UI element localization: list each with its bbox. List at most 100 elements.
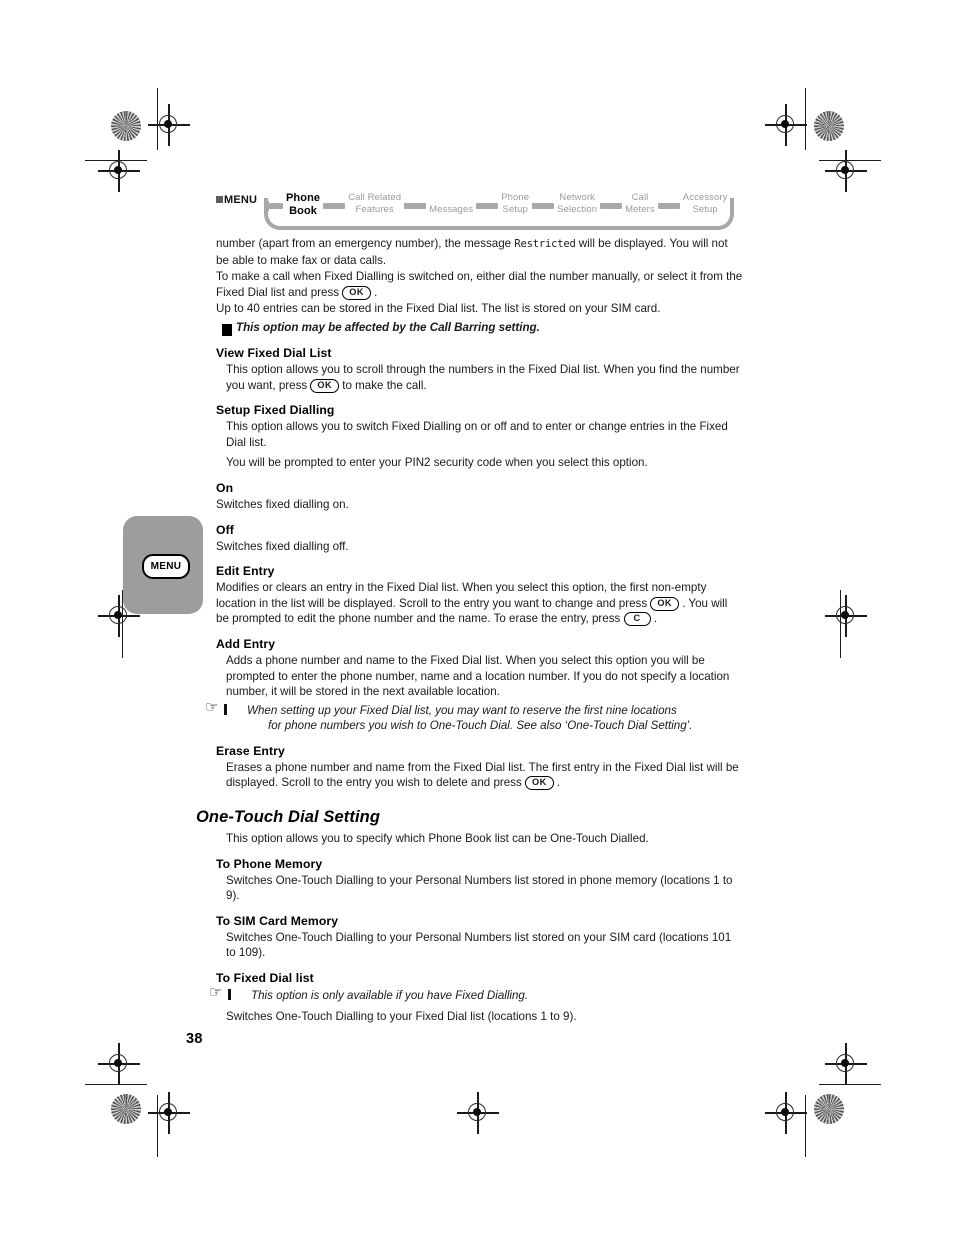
registration-crosshair-bottom-right-lower	[765, 1092, 807, 1134]
heading-edit-entry: Edit Entry	[216, 564, 275, 579]
tip-note-to-fixed-dial-list: ☞ This option is only available if you ha…	[209, 984, 743, 1004]
registration-rosette-bottom-left	[111, 1094, 141, 1124]
body-text-a: Erases a phone number and name from the …	[226, 760, 739, 790]
trim-line-top-right-vertical	[805, 88, 807, 150]
clear-key-icon: C	[623, 612, 651, 627]
breadcrumb-item-phone-book[interactable]: Phone Book	[283, 190, 323, 218]
registration-rosette-top-right	[814, 111, 844, 141]
tip-note-add-entry: ☞ When setting up your Fixed Dial list, y…	[205, 699, 743, 734]
pointing-hand-icon: ☞	[205, 699, 245, 716]
intro-paragraph-1-text-a: number (apart from an emergency number),…	[216, 237, 515, 250]
registration-crosshair-right-middle	[825, 595, 867, 637]
breadcrumb-connector-icon	[323, 203, 346, 209]
body-to-fixed-dial-list: Switches One-Touch Dialling to your Fixe…	[226, 1009, 577, 1023]
breadcrumb-connector-icon	[476, 203, 499, 209]
registration-crosshair-bottom-left-lower	[148, 1092, 190, 1134]
heading-to-phone-memory: To Phone Memory	[216, 856, 323, 871]
tip-note-line1: When setting up your Fixed Dial list, yo…	[247, 703, 677, 717]
registration-crosshair-top-left-upper	[148, 104, 190, 146]
heading-setup-fixed-dialling: Setup Fixed Dialling	[216, 403, 335, 418]
ok-key-icon: OK	[525, 776, 554, 791]
breadcrumb-connector-icon	[657, 203, 680, 209]
body-text-a: Modifies or clears an entry in the Fixed…	[216, 581, 707, 610]
breadcrumb-item-messages[interactable]: Messages	[426, 190, 476, 216]
body-view-fixed-dial-list: This option allows you to scroll through…	[226, 362, 743, 393]
breadcrumb-root-marker-icon	[216, 196, 223, 204]
body-text-c: .	[650, 612, 658, 626]
heading-view-fixed-dial-list: View Fixed Dial List	[216, 345, 332, 360]
sidebar-menu-tab[interactable]: MENU	[123, 516, 203, 614]
body-one-touch-dial-setting: This option allows you to specify which …	[226, 832, 649, 846]
heading-erase-entry: Erase Entry	[216, 743, 285, 758]
trim-line-top-left-vertical	[157, 88, 159, 150]
pointing-hand-icon: ☞	[209, 984, 249, 1001]
heading-on: On	[216, 480, 234, 495]
registration-crosshair-bottom-right-upper	[825, 1043, 867, 1085]
intro-paragraph-2: To make a call when Fixed Dialling is sw…	[216, 269, 743, 300]
trim-line-right-middle	[840, 590, 842, 658]
body-erase-entry: Erases a phone number and name from the …	[226, 760, 743, 791]
breadcrumb-item-line1: Accessory	[682, 192, 728, 203]
body-edit-entry: Modifies or clears an entry in the Fixed…	[216, 580, 743, 627]
registration-crosshair-bottom-center	[457, 1092, 499, 1134]
page-number: 38	[186, 1031, 203, 1047]
breadcrumb-item-line1: Call Related	[348, 192, 402, 203]
heading-off: Off	[216, 522, 234, 537]
breadcrumb-item-network-selection[interactable]: Network Selection	[554, 190, 600, 215]
body-setup-fixed-dialling-1: This option allows you to switch Fixed D…	[226, 420, 728, 449]
breadcrumb-item-line2: Setup	[692, 203, 718, 215]
ok-key-icon: OK	[310, 378, 340, 393]
body-to-sim-card-memory: Switches One-Touch Dialling to your Pers…	[226, 930, 732, 960]
body-text-b: to make the call.	[339, 378, 427, 392]
registration-crosshair-top-right-upper	[765, 104, 807, 146]
breadcrumb-root: MENU	[216, 194, 257, 206]
breadcrumb-item-line2: Selection	[557, 203, 598, 215]
registration-rosette-bottom-right	[814, 1094, 844, 1124]
intro-paragraph-2-text-a: To make a call when Fixed Dialling is sw…	[216, 270, 743, 299]
warning-note-text: This option may be affected by the Call …	[236, 320, 540, 334]
body-off: Switches fixed dialling off.	[216, 539, 349, 553]
warning-note: ! This option may be affected by the Call…	[217, 320, 743, 336]
body-setup-fixed-dialling-2: You will be prompted to enter your PIN2 …	[226, 456, 648, 470]
breadcrumb-item-line2: Book	[289, 205, 318, 217]
breadcrumb-connector-icon	[600, 203, 623, 209]
breadcrumb-item-accessory-setup[interactable]: Accessory Setup	[680, 190, 731, 215]
intro-paragraph-3: Up to 40 entries can be stored in the Fi…	[216, 302, 661, 316]
breadcrumb-connector-icon	[532, 203, 555, 209]
intro-paragraph-1: number (apart from an emergency number),…	[216, 236, 743, 268]
breadcrumb-root-label: MENU	[224, 194, 258, 206]
intro-paragraph-2-text-b: .	[370, 285, 378, 299]
registration-rosette-top-left	[111, 111, 141, 141]
trim-line-bottom-right-vertical	[805, 1095, 807, 1157]
breadcrumb-item-call-meters[interactable]: Call Meters	[622, 190, 658, 215]
trim-line-top-right-horizontal	[819, 159, 881, 161]
body-add-entry: Adds a phone number and name to the Fixe…	[226, 653, 730, 699]
lcd-message-restricted: Restricted	[514, 238, 576, 250]
breadcrumb-item-line2: Meters	[625, 203, 655, 215]
page-content: number (apart from an emergency number),…	[196, 236, 743, 1025]
body-text-b: .	[553, 776, 561, 790]
tip-note-line2: for phone numbers you wish to One-Touch …	[268, 719, 693, 733]
breadcrumb-item-call-related-features[interactable]: Call Related Features	[345, 190, 404, 215]
menu-button-label: MENU	[150, 561, 182, 572]
trim-line-bottom-left-vertical	[157, 1095, 159, 1157]
menu-button-icon[interactable]: MENU	[142, 554, 190, 579]
breadcrumb-item-line2: Setup	[502, 203, 528, 215]
breadcrumb-item-line1: Phone	[501, 192, 530, 203]
breadcrumb-connector-icon	[404, 203, 427, 209]
ok-key-icon: OK	[342, 285, 371, 300]
heading-to-fixed-dial-list: To Fixed Dial list	[216, 971, 314, 986]
body-to-phone-memory: Switches One-Touch Dialling to your Pers…	[226, 873, 733, 903]
breadcrumb-item-phone-setup[interactable]: Phone Setup	[498, 190, 532, 215]
breadcrumb: MENU Phone Book Call Related Features Me…	[216, 190, 741, 232]
exclamation-icon: !	[217, 323, 232, 336]
tip-note-text: This option is only available if you hav…	[251, 989, 529, 1003]
heading-add-entry: Add Entry	[216, 636, 276, 651]
breadcrumb-item-line2: Features	[355, 203, 394, 215]
breadcrumb-item-line1: Network	[559, 192, 595, 203]
registration-crosshair-bottom-left-upper	[98, 1043, 140, 1085]
breadcrumb-item-line1: Call	[631, 192, 649, 203]
body-text-a: This option allows you to scroll through…	[226, 362, 740, 392]
trim-line-bottom-left-horizontal	[85, 1083, 147, 1085]
registration-crosshair-top-right-lower	[825, 150, 867, 192]
